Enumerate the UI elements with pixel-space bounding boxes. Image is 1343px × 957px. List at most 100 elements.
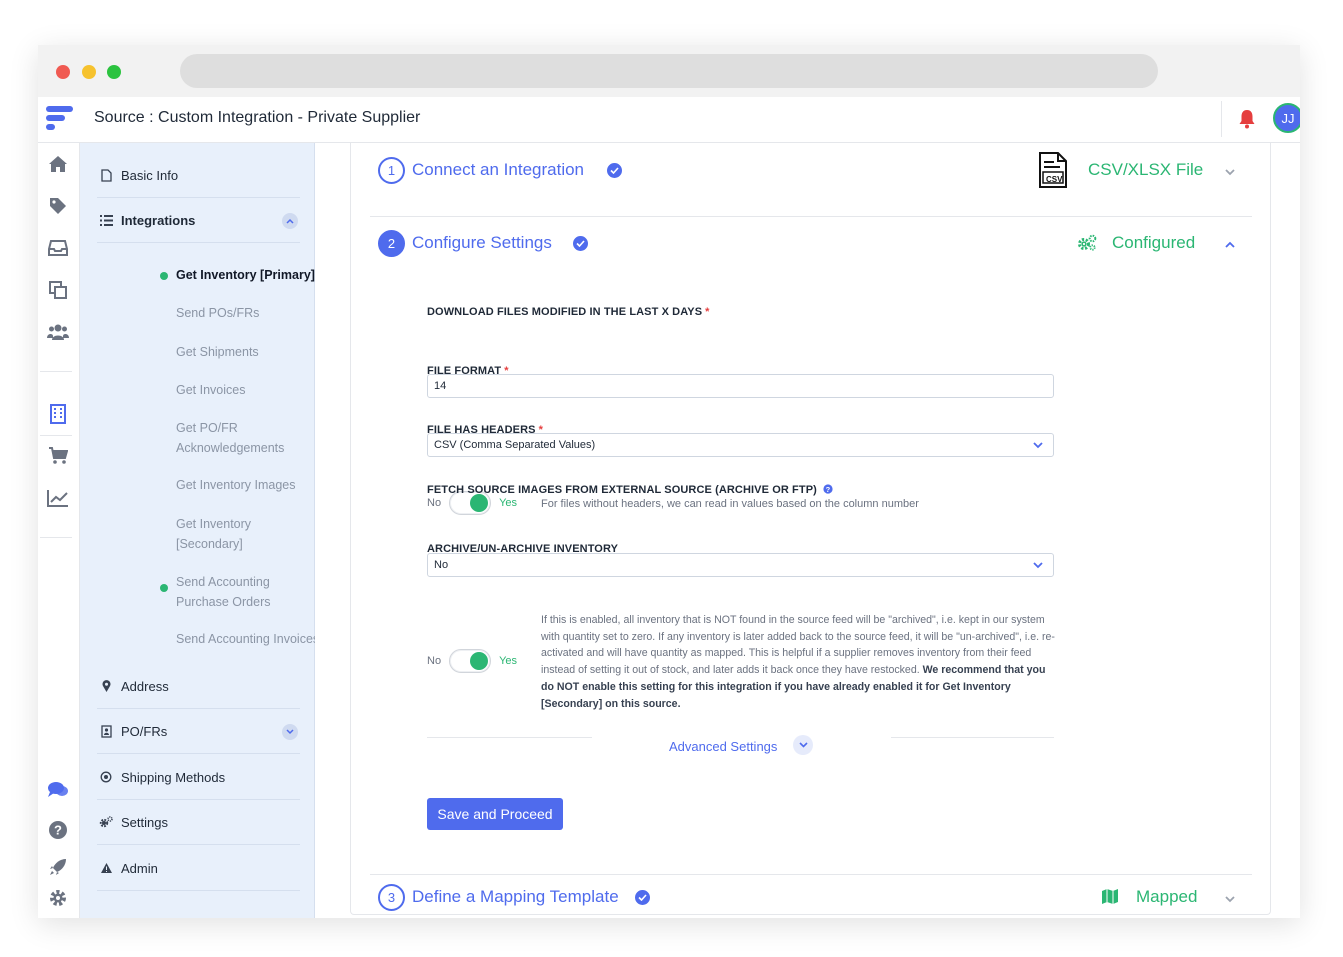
chevron-up-icon[interactable] xyxy=(282,213,298,229)
bell-icon[interactable] xyxy=(1238,109,1256,129)
advanced-divider-left xyxy=(427,737,592,738)
file-format-select[interactable]: CSV (Comma Separated Values) xyxy=(427,433,1054,457)
gears-icon xyxy=(97,816,115,828)
rail-divider xyxy=(40,537,72,538)
sidebar-item-label: Address xyxy=(121,678,169,694)
days-input[interactable]: 14 xyxy=(427,374,1054,398)
contact-icon xyxy=(97,724,115,738)
step-number: 2 xyxy=(378,230,405,257)
archive-toggle[interactable] xyxy=(449,649,492,673)
step-status: CSV/XLSX File xyxy=(1088,160,1204,179)
settings-sidebar: Basic Info Integrations Get Inventory [P… xyxy=(80,143,319,918)
step-number: 3 xyxy=(378,884,405,911)
toggle-yes-label: Yes xyxy=(499,497,518,509)
sidebar-item-basic-info[interactable]: Basic Info xyxy=(97,153,300,198)
toggle-no-label: No xyxy=(427,655,442,667)
advanced-settings-toggle[interactable]: Advanced Settings xyxy=(669,739,777,754)
step-title[interactable]: Configure Settings xyxy=(412,233,552,253)
help-icon[interactable]: ? xyxy=(823,484,833,494)
active-status-dot xyxy=(160,272,168,280)
file-headers-help: For files without headers, we can read i… xyxy=(541,498,919,510)
pin-icon xyxy=(97,679,115,693)
step-title[interactable]: Define a Mapping Template xyxy=(412,887,619,907)
chevron-down-icon xyxy=(1033,442,1043,449)
sidebar-item-pofrs[interactable]: PO/FRs xyxy=(97,709,300,754)
browser-chrome xyxy=(38,45,1300,97)
app-header: Source : Custom Integration - Private Su… xyxy=(38,97,1300,143)
step-title[interactable]: Connect an Integration xyxy=(412,160,584,180)
days-label: DOWNLOAD FILES MODIFIED IN THE LAST X DA… xyxy=(427,306,710,318)
sidebar-item-label: PO/FRs xyxy=(121,723,168,739)
maximize-window-button[interactable] xyxy=(107,65,121,79)
archive-toggle-group: No Yes xyxy=(427,649,517,673)
dot-circle-icon xyxy=(97,771,115,783)
fetch-images-label: FETCH SOURCE IMAGES FROM EXTERNAL SOURCE… xyxy=(427,484,833,496)
chevron-down-icon[interactable] xyxy=(282,724,298,740)
sidebar-item-label: Basic Info xyxy=(121,167,179,183)
step-divider xyxy=(370,874,1252,875)
sidebar-item-shipping-methods[interactable]: Shipping Methods xyxy=(97,755,300,800)
home-icon[interactable] xyxy=(47,153,69,175)
main-content: 1 Connect an Integration CSV CSV/XLSX Fi… xyxy=(315,143,1300,918)
header-divider xyxy=(1221,101,1222,137)
sidebar-item-label: Integrations xyxy=(121,212,196,228)
toggle-yes-label: Yes xyxy=(499,655,518,667)
sidebar-subitem-get-acknowledgements[interactable]: Get PO/FR Acknowledgements xyxy=(176,419,306,458)
warning-icon xyxy=(97,862,115,874)
gear-icon[interactable] xyxy=(47,887,69,909)
check-circle-icon xyxy=(573,236,588,251)
map-icon xyxy=(1102,889,1118,904)
archive-label: ARCHIVE/UN-ARCHIVE INVENTORY xyxy=(427,543,619,555)
check-circle-icon xyxy=(635,890,650,905)
app-logo[interactable] xyxy=(44,103,74,133)
sidebar-item-address[interactable]: Address xyxy=(97,664,300,709)
rail-divider xyxy=(40,371,72,372)
gears-icon xyxy=(1078,234,1097,251)
sidebar-item-label: Shipping Methods xyxy=(121,769,226,785)
file-headers-label: FILE HAS HEADERS * xyxy=(427,424,543,436)
browser-window: Source : Custom Integration - Private Su… xyxy=(38,45,1300,918)
address-bar[interactable] xyxy=(180,54,1158,88)
avatar[interactable]: JJ xyxy=(1273,103,1300,133)
chevron-down-icon[interactable] xyxy=(1223,165,1237,179)
svg-text:?: ? xyxy=(54,823,62,838)
chevron-up-icon[interactable] xyxy=(1223,238,1237,252)
advanced-divider-right xyxy=(891,737,1054,738)
chat-icon[interactable] xyxy=(47,779,69,801)
sidebar-item-label: Admin xyxy=(121,860,158,876)
help-icon[interactable]: ? xyxy=(47,819,69,841)
page-title: Source : Custom Integration - Private Su… xyxy=(94,109,421,126)
chevron-down-icon[interactable] xyxy=(793,735,813,755)
users-icon[interactable] xyxy=(47,321,69,343)
building-icon[interactable] xyxy=(47,403,69,425)
step-status: Mapped xyxy=(1136,887,1198,906)
close-window-button[interactable] xyxy=(56,65,70,79)
step-number: 1 xyxy=(378,157,405,184)
chart-icon[interactable] xyxy=(47,487,69,509)
sidebar-item-integrations[interactable]: Integrations xyxy=(97,198,300,243)
list-icon xyxy=(97,214,115,226)
save-and-proceed-button[interactable]: Save and Proceed xyxy=(427,798,563,830)
minimize-window-button[interactable] xyxy=(82,65,96,79)
fetch-images-select[interactable]: No xyxy=(427,553,1054,577)
step-divider xyxy=(370,216,1252,217)
file-icon xyxy=(97,168,115,182)
sidebar-subitem-get-inventory-secondary[interactable]: Get Inventory [Secondary] xyxy=(176,515,276,554)
sidebar-item-label: Settings xyxy=(121,814,168,830)
icon-rail: ? xyxy=(38,143,80,918)
active-status-dot xyxy=(160,584,168,592)
rail-divider xyxy=(40,435,72,436)
rocket-icon[interactable] xyxy=(47,856,69,878)
svg-text:?: ? xyxy=(826,485,831,494)
chevron-down-icon[interactable] xyxy=(1223,892,1237,906)
sidebar-item-admin[interactable]: Admin xyxy=(97,846,300,891)
file-format-label: FILE FORMAT * xyxy=(427,365,509,377)
cart-icon[interactable] xyxy=(47,445,69,467)
tag-icon[interactable] xyxy=(47,195,69,217)
chevron-down-icon xyxy=(1033,562,1043,569)
sidebar-item-settings[interactable]: Settings xyxy=(97,800,300,845)
copy-icon[interactable] xyxy=(47,279,69,301)
inbox-icon[interactable] xyxy=(47,237,69,259)
check-circle-icon xyxy=(607,163,622,178)
sidebar-subitem-send-accounting-pos[interactable]: Send Accounting Purchase Orders xyxy=(176,573,306,612)
